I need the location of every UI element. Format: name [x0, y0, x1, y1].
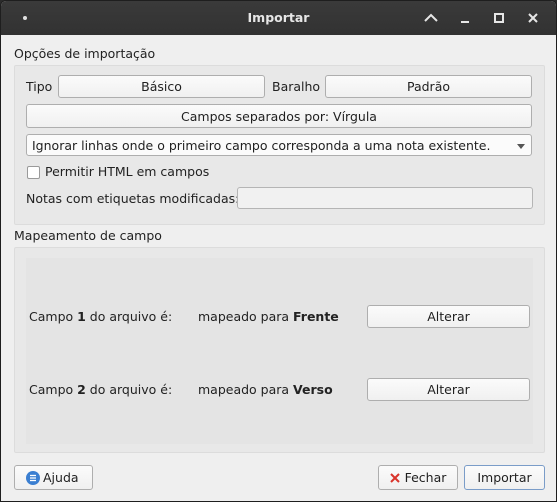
separator-button[interactable]: Campos separados por: Vírgula	[26, 104, 532, 128]
change-field-1-button[interactable]: Alterar	[367, 305, 530, 328]
close-button[interactable]: Fechar	[378, 465, 458, 490]
duplicate-handling-select[interactable]: Ignorar linhas onde o primeiro campo cor…	[26, 134, 532, 156]
close-window-button[interactable]	[521, 6, 545, 30]
field-2-mapping: mapeado para Verso	[198, 382, 333, 397]
tags-input[interactable]	[237, 187, 533, 209]
help-menu-icon	[26, 470, 40, 485]
field-mapping-list: Campo 1 do arquivo é: mapeado para Frent…	[26, 258, 533, 444]
allow-html-label: Permitir HTML em campos	[45, 164, 210, 179]
close-icon	[389, 472, 400, 483]
type-button[interactable]: Básico	[58, 75, 265, 98]
minimize-icon	[461, 21, 469, 23]
type-label: Tipo	[26, 79, 53, 94]
close-icon	[528, 13, 538, 23]
minimize-button[interactable]	[453, 6, 477, 30]
deck-label: Baralho	[272, 79, 321, 94]
maximize-button[interactable]	[487, 6, 511, 30]
import-options-panel: Tipo Básico Baralho Padrão Campos separa…	[14, 65, 545, 225]
allow-html-checkbox[interactable]	[27, 166, 40, 179]
help-label: Ajuda	[43, 470, 79, 485]
help-button[interactable]: Ajuda	[14, 465, 93, 490]
collapse-button[interactable]	[419, 6, 443, 30]
tags-label: Notas com etiquetas modificadas:	[26, 191, 240, 206]
field-1-label: Campo 1 do arquivo é:	[29, 309, 173, 324]
field-1-mapping: mapeado para Frente	[198, 309, 339, 324]
duplicate-handling-value: Ignorar linhas onde o primeiro campo cor…	[32, 137, 491, 153]
import-options-title: Opções de importação	[14, 46, 156, 61]
field-mapping-title: Mapeamento de campo	[14, 228, 162, 243]
maximize-icon	[494, 13, 504, 23]
field-2-label: Campo 2 do arquivo é:	[29, 382, 173, 397]
chevron-down-icon	[517, 144, 525, 149]
close-label: Fechar	[404, 470, 447, 485]
import-dialog: Importar Opções de importação Tipo Básic…	[0, 0, 557, 502]
chevron-up-icon	[424, 13, 438, 22]
field-mapping-panel: Campo 1 do arquivo é: mapeado para Frent…	[14, 247, 545, 453]
deck-button[interactable]: Padrão	[325, 75, 532, 98]
change-field-2-button[interactable]: Alterar	[367, 378, 530, 401]
title-bar: Importar	[1, 1, 556, 35]
import-button[interactable]: Importar	[464, 465, 545, 490]
